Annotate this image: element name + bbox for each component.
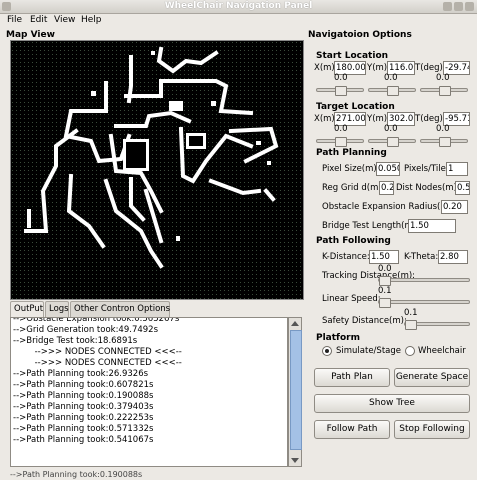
window-title: WheelChair Navigation Panel <box>164 1 313 11</box>
dist-nodes-label: Dist Nodes(m): <box>396 183 460 193</box>
dist-nodes-input[interactable]: 0.5 <box>455 181 470 195</box>
tab-output[interactable]: OutPut <box>10 301 44 318</box>
show-tree-button[interactable]: Show Tree <box>314 394 470 413</box>
log-line: -->Obstacle Expansion took:0.565267s <box>13 317 180 324</box>
start-x-slider[interactable] <box>316 86 364 96</box>
k-distance-input[interactable]: 1.50 <box>369 250 399 264</box>
menu-bar: File Edit View Help <box>0 14 477 28</box>
start-t-slider[interactable] <box>420 86 468 96</box>
reg-grid-label: Reg Grid d(m): <box>322 183 385 193</box>
maximize-icon[interactable] <box>454 2 463 11</box>
start-x-slider-value: 0.0 <box>334 73 348 83</box>
log-line: -->Path Planning took:0.607821s <box>13 380 154 390</box>
log-line: -->Grid Generation took:49.7492s <box>13 325 159 335</box>
pixel-size-label: Pixel Size(m): <box>322 164 380 174</box>
k-theta-input[interactable]: 2.80 <box>438 250 468 264</box>
target-x-slider[interactable] <box>316 137 364 147</box>
follow-path-button[interactable]: Follow Path <box>314 420 390 439</box>
menu-help[interactable]: Help <box>81 15 102 25</box>
occupancy-map <box>11 41 303 299</box>
path-following-title: Path Following <box>316 236 391 246</box>
menu-edit[interactable]: Edit <box>30 15 47 25</box>
start-y-slider[interactable] <box>368 86 416 96</box>
linear-speed-label: Linear Speed: <box>322 294 381 304</box>
output-log[interactable]: -->Obstacle Expansion took:0.565267s -->… <box>10 317 288 467</box>
target-t-slider[interactable] <box>420 137 468 147</box>
map-view-canvas[interactable] <box>10 40 304 300</box>
k-theta-label: K-Theta: <box>404 252 439 262</box>
menu-view[interactable]: View <box>54 15 75 25</box>
bridge-test-input[interactable]: 1.50 <box>408 219 456 233</box>
menu-file[interactable]: File <box>7 15 22 25</box>
log-scrollbar[interactable] <box>288 317 302 467</box>
pixel-size-input[interactable]: 0.050 <box>376 162 400 176</box>
pixels-tile-input[interactable]: 1 <box>446 162 468 176</box>
log-line: -->>> NODES CONNECTED <<<-- <box>13 347 182 357</box>
simulate-label[interactable]: Simulate/Stage <box>336 346 401 356</box>
generate-space-button[interactable]: Generate Space <box>394 368 470 387</box>
target-x-slider-value: 0.0 <box>334 124 348 134</box>
close-icon[interactable] <box>465 2 474 11</box>
log-line: -->>> NODES CONNECTED <<<-- <box>13 358 182 368</box>
log-line: -->Path Planning took:0.571332s <box>13 424 154 434</box>
start-t-slider-value: 0.0 <box>436 73 450 83</box>
tracking-distance-slider[interactable] <box>378 276 470 286</box>
path-plan-button[interactable]: Path Plan <box>314 368 390 387</box>
obstacle-radius-input[interactable]: 0.20 <box>441 200 468 214</box>
pixels-tile-label: Pixels/Tile: <box>404 164 449 174</box>
log-line: -->Path Planning took:0.190088s <box>13 391 154 401</box>
target-y-slider-value: 0.0 <box>384 124 398 134</box>
map-view-title: Map View <box>6 30 55 40</box>
simulate-radio[interactable] <box>322 346 332 356</box>
partial-log-line: -->Path Planning took:0.190088s <box>10 470 143 479</box>
scroll-thumb[interactable] <box>290 330 302 450</box>
nav-options-title: Navigatoion Options <box>308 30 412 40</box>
target-y-slider[interactable] <box>368 137 416 147</box>
tab-logs[interactable]: Logs <box>45 301 69 317</box>
start-t-label: T(deg): <box>415 63 446 73</box>
target-location-title: Target Location <box>316 102 395 112</box>
log-line: -->Path Planning took:0.222253s <box>13 413 154 423</box>
start-y-slider-value: 0.0 <box>384 73 398 83</box>
linear-speed-slider[interactable] <box>378 298 470 308</box>
platform-title: Platform <box>316 333 360 343</box>
k-distance-label: K-Distance: <box>322 252 370 262</box>
scroll-down-icon[interactable] <box>291 458 299 463</box>
stop-following-button[interactable]: Stop Following <box>394 420 470 439</box>
wheelchair-label[interactable]: Wheelchair <box>418 346 466 356</box>
minimize-icon[interactable] <box>443 2 452 11</box>
title-bar: WheelChair Navigation Panel <box>0 0 477 14</box>
target-t-label: T(deg): <box>415 114 446 124</box>
safety-distance-label: Safety Distance(m): <box>322 316 407 326</box>
log-line: -->Path Planning took:26.9326s <box>13 369 149 379</box>
log-line: -->Path Planning took:0.379403s <box>13 402 154 412</box>
safety-distance-slider[interactable] <box>404 320 470 330</box>
start-location-title: Start Location <box>316 51 389 61</box>
target-t-slider-value: 0.0 <box>436 124 450 134</box>
obstacle-radius-label: Obstacle Expansion Radius(m): <box>322 202 455 212</box>
wheelchair-radio[interactable] <box>405 346 415 356</box>
bridge-test-label: Bridge Test Length(m): <box>322 221 419 231</box>
tab-other-options[interactable]: Other Contron Options <box>70 301 170 317</box>
log-line: -->Bridge Test took:18.6891s <box>13 336 138 346</box>
reg-grid-input[interactable]: 0.2 <box>379 181 394 195</box>
log-line: -->Path Planning took:0.541067s <box>13 435 154 445</box>
scroll-up-icon[interactable] <box>291 321 299 326</box>
path-planning-title: Path Planning <box>316 148 387 158</box>
